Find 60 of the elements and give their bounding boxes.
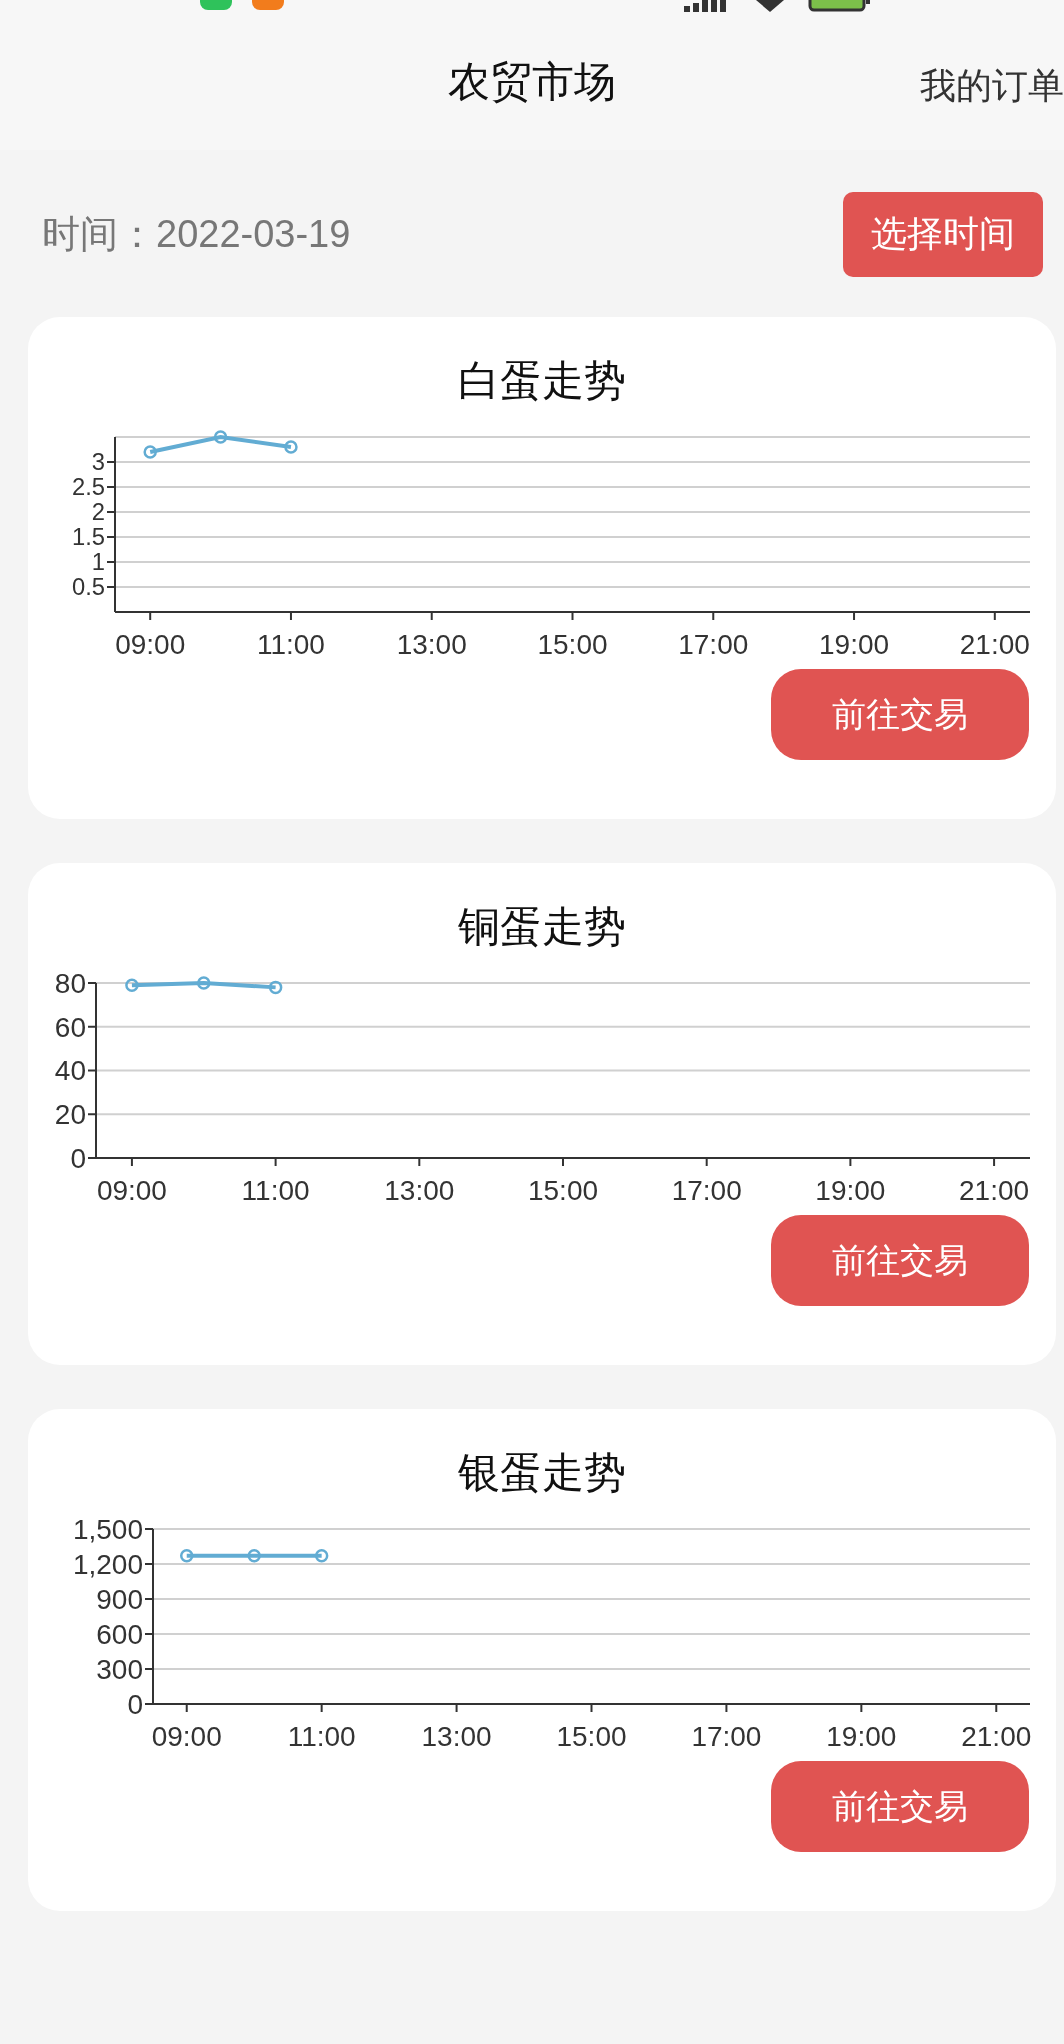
page-title: 农贸市场	[448, 57, 616, 107]
trade-button[interactable]: 前往交易	[771, 1215, 1029, 1306]
data-point	[197, 976, 211, 990]
select-time-button[interactable]: 选择时间	[843, 192, 1043, 277]
data-point	[284, 440, 298, 454]
y-axis-label: 1,200	[72, 1548, 143, 1580]
x-axis-label: 15:00	[527, 1175, 599, 1206]
trade-button[interactable]: 前往交易	[771, 1761, 1029, 1852]
x-axis-label: 15:00	[556, 1721, 627, 1752]
x-axis-label: 09:00	[151, 1721, 222, 1752]
x-axis-label: 21:00	[959, 629, 1030, 660]
data-point	[125, 978, 139, 992]
app-icon	[200, 0, 232, 10]
x-axis-label: 11:00	[241, 1175, 310, 1206]
x-axis-label: 21:00	[959, 1175, 1030, 1206]
x-axis-label: 19:00	[826, 1721, 897, 1752]
y-axis-label: 0.5	[71, 573, 105, 601]
data-point	[213, 430, 228, 444]
data-point	[268, 980, 283, 995]
data-point	[143, 445, 157, 459]
x-axis-label: 17:00	[691, 1721, 762, 1752]
y-axis-label: 0	[70, 1142, 86, 1174]
y-axis-label: 20	[54, 1099, 86, 1131]
y-axis-label: 1.5	[71, 523, 105, 551]
y-axis-label: 2.5	[71, 473, 105, 501]
chart-title: 白蛋走势	[458, 356, 626, 406]
my-orders-link[interactable]: 我的订单	[920, 62, 1064, 111]
battery-icon	[808, 0, 872, 12]
date-label: 时间：2022-03-19	[42, 212, 351, 257]
x-axis-label: 17:00	[678, 629, 749, 660]
y-axis-label: 60	[54, 1011, 86, 1043]
x-axis-label: 15:00	[537, 629, 608, 660]
data-point	[247, 1549, 261, 1563]
y-axis-label: 2	[91, 498, 105, 526]
y-axis-label: 3	[91, 448, 105, 476]
x-axis-label: 13:00	[396, 629, 467, 660]
data-point	[314, 1549, 329, 1563]
y-axis-label: 80	[54, 967, 86, 999]
y-axis-label: 300	[96, 1653, 143, 1685]
x-axis-label: 11:00	[256, 629, 325, 660]
y-axis-label: 900	[96, 1583, 143, 1615]
x-axis-label: 09:00	[115, 629, 186, 660]
x-axis-label: 13:00	[384, 1175, 455, 1206]
y-axis-label: 40	[54, 1055, 86, 1087]
app-icon	[252, 0, 284, 10]
y-axis-label: 0	[127, 1688, 143, 1720]
x-axis-label: 17:00	[671, 1175, 742, 1206]
y-axis-label: 600	[96, 1618, 143, 1650]
chart-title: 铜蛋走势	[458, 902, 626, 952]
trade-button[interactable]: 前往交易	[771, 669, 1029, 760]
x-axis-label: 09:00	[96, 1175, 167, 1206]
x-axis-label: 13:00	[421, 1721, 492, 1752]
x-axis-label: 21:00	[961, 1721, 1032, 1752]
x-axis-label: 19:00	[815, 1175, 886, 1206]
x-axis-label: 11:00	[287, 1721, 356, 1752]
x-axis-label: 19:00	[819, 629, 890, 660]
y-axis-label: 1,500	[72, 1513, 143, 1545]
data-point	[180, 1549, 194, 1563]
chart-title: 银蛋走势	[458, 1448, 626, 1498]
y-axis-label: 1	[91, 548, 105, 576]
